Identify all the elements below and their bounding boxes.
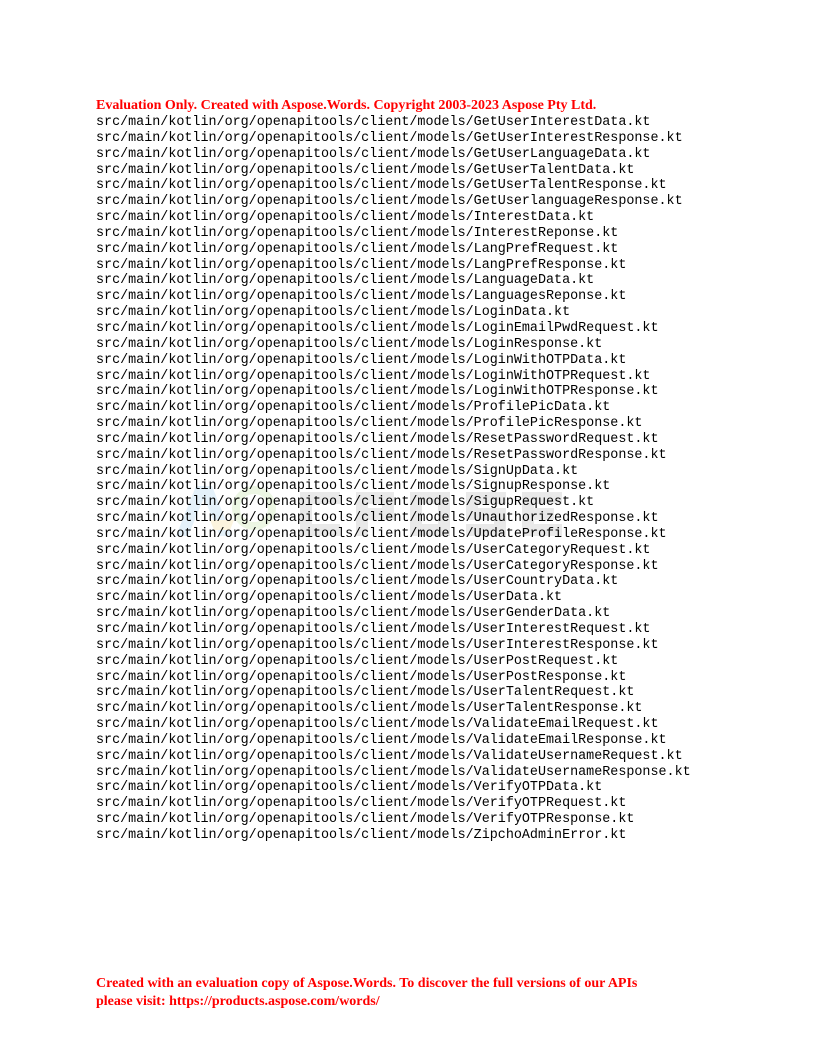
file-path-line: src/main/kotlin/org/openapitools/client/… bbox=[96, 479, 611, 495]
file-path-line: src/main/kotlin/org/openapitools/client/… bbox=[96, 178, 667, 194]
file-path-line: src/main/kotlin/org/openapitools/client/… bbox=[96, 669, 627, 685]
file-path-line: src/main/kotlin/org/openapitools/client/… bbox=[96, 796, 627, 812]
file-path-line: src/main/kotlin/org/openapitools/client/… bbox=[96, 431, 659, 447]
file-path-line: src/main/kotlin/org/openapitools/client/… bbox=[96, 463, 579, 479]
file-path-line: src/main/kotlin/org/openapitools/client/… bbox=[96, 685, 635, 701]
file-path-line: src/main/kotlin/org/openapitools/client/… bbox=[96, 416, 643, 432]
file-path-line: src/main/kotlin/org/openapitools/client/… bbox=[96, 526, 667, 542]
file-path-line: src/main/kotlin/org/openapitools/client/… bbox=[96, 812, 635, 828]
file-path-line: src/main/kotlin/org/openapitools/client/… bbox=[96, 336, 603, 352]
file-path-line: src/main/kotlin/org/openapitools/client/… bbox=[96, 241, 619, 257]
file-path-line: src/main/kotlin/org/openapitools/client/… bbox=[96, 748, 683, 764]
file-path-line: src/main/kotlin/org/openapitools/client/… bbox=[96, 590, 563, 606]
file-path-line: src/main/kotlin/org/openapitools/client/… bbox=[96, 495, 595, 511]
file-path-line: src/main/kotlin/org/openapitools/client/… bbox=[96, 447, 667, 463]
file-path-line: src/main/kotlin/org/openapitools/client/… bbox=[96, 384, 659, 400]
file-path-line: src/main/kotlin/org/openapitools/client/… bbox=[96, 400, 611, 416]
file-path-line: src/main/kotlin/org/openapitools/client/… bbox=[96, 257, 627, 273]
evaluation-notice: Evaluation Only. Created with Aspose.Wor… bbox=[96, 98, 597, 113]
file-list: src/main/kotlin/org/openapitools/client/… bbox=[96, 115, 691, 844]
file-path-line: src/main/kotlin/org/openapitools/client/… bbox=[96, 225, 619, 241]
file-path-line: src/main/kotlin/org/openapitools/client/… bbox=[96, 146, 651, 162]
file-path-line: src/main/kotlin/org/openapitools/client/… bbox=[96, 542, 651, 558]
file-path-line: src/main/kotlin/org/openapitools/client/… bbox=[96, 352, 627, 368]
file-path-line: src/main/kotlin/org/openapitools/client/… bbox=[96, 606, 611, 622]
file-path-line: src/main/kotlin/org/openapitools/client/… bbox=[96, 162, 635, 178]
file-path-line: src/main/kotlin/org/openapitools/client/… bbox=[96, 574, 619, 590]
file-path-line: src/main/kotlin/org/openapitools/client/… bbox=[96, 827, 627, 843]
evaluation-footer: Created with an evaluation copy of Aspos… bbox=[96, 975, 736, 1011]
file-path-line: src/main/kotlin/org/openapitools/client/… bbox=[96, 558, 659, 574]
document-page: Evaluation Only. Created with Aspose.Wor… bbox=[0, 0, 816, 1056]
file-path-line: src/main/kotlin/org/openapitools/client/… bbox=[96, 780, 603, 796]
file-path-line: src/main/kotlin/org/openapitools/client/… bbox=[96, 511, 659, 527]
file-path-line: src/main/kotlin/org/openapitools/client/… bbox=[96, 115, 651, 130]
file-path-line: src/main/kotlin/org/openapitools/client/… bbox=[96, 717, 659, 733]
footer-line-2: please visit: https://products.aspose.co… bbox=[96, 994, 380, 1009]
file-path-line: src/main/kotlin/org/openapitools/client/… bbox=[96, 653, 619, 669]
file-path-line: src/main/kotlin/org/openapitools/client/… bbox=[96, 194, 683, 210]
file-path-line: src/main/kotlin/org/openapitools/client/… bbox=[96, 273, 595, 289]
file-path-line: src/main/kotlin/org/openapitools/client/… bbox=[96, 210, 595, 226]
file-path-line: src/main/kotlin/org/openapitools/client/… bbox=[96, 622, 651, 637]
file-path-line: src/main/kotlin/org/openapitools/client/… bbox=[96, 732, 667, 748]
file-path-line: src/main/kotlin/org/openapitools/client/… bbox=[96, 305, 571, 321]
file-path-line: src/main/kotlin/org/openapitools/client/… bbox=[96, 368, 651, 384]
file-path-line: src/main/kotlin/org/openapitools/client/… bbox=[96, 130, 683, 146]
file-path-line: src/main/kotlin/org/openapitools/client/… bbox=[96, 637, 659, 653]
footer-line-1: Created with an evaluation copy of Aspos… bbox=[96, 976, 638, 991]
file-path-line: src/main/kotlin/org/openapitools/client/… bbox=[96, 701, 643, 717]
file-path-line: src/main/kotlin/org/openapitools/client/… bbox=[96, 289, 627, 305]
file-path-line: src/main/kotlin/org/openapitools/client/… bbox=[96, 764, 691, 780]
file-path-line: src/main/kotlin/org/openapitools/client/… bbox=[96, 320, 659, 336]
